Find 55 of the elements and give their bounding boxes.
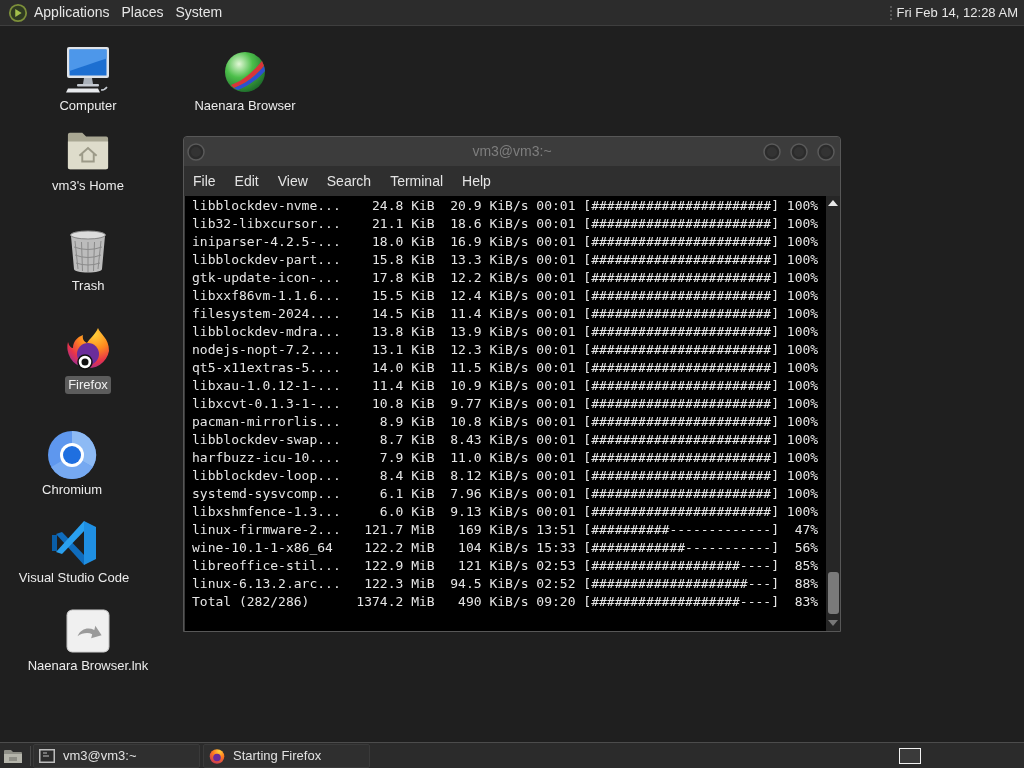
globe-icon[interactable] [223, 50, 267, 94]
grip-icon [888, 3, 893, 22]
terminal-line: libxshmfence-1.3... 6.0 KiB 9.13 KiB/s 00:01 [#######################] 100% [192, 503, 820, 521]
terminal-line: pacman-mirrorlis... 8.9 KiB 10.8 KiB/s 00:01 [#######################] 100% [192, 413, 820, 431]
menu-item[interactable]: Edit [225, 166, 268, 196]
task-button[interactable]: vm3@vm3:~ [33, 743, 200, 768]
clock: Fri Feb 14, 12:28 AM [896, 3, 1019, 22]
terminal-line: libblockdev-swap... 8.7 KiB 8.43 KiB/s 00:01 [#######################] 100% [192, 431, 820, 449]
menu-item[interactable]: Places [115, 0, 170, 25]
desktop-icon-label[interactable]: vm3's Home [49, 177, 127, 195]
desktop-icon-label[interactable]: Visual Studio Code [15, 569, 133, 587]
terminal-line: iniparser-4.2.5-... 18.0 KiB 16.9 KiB/s 00:01 [#######################] 100% [192, 233, 820, 251]
terminal-line: nodejs-nopt-7.2.... 13.1 KiB 12.3 KiB/s 00:01 [#######################] 100% [192, 341, 820, 359]
terminal-line: gtk-update-icon-... 17.8 KiB 12.2 KiB/s 00:01 [#######################] 100% [192, 269, 820, 287]
task-button[interactable]: Starting Firefox [203, 743, 370, 768]
scrollbar-thumb[interactable] [827, 572, 839, 614]
terminal-line: libxxf86vm-1.1.6... 15.5 KiB 12.4 KiB/s 00:01 [#######################] 100% [192, 287, 820, 305]
terminal-line: linux-6.13.2.arc... 122.3 MiB 94.5 KiB/s 02:52 [####################---] 88% [192, 575, 820, 593]
menu-item[interactable]: Help [453, 166, 500, 196]
terminal-line: libblockdev-mdra... 13.8 KiB 13.9 KiB/s 00:01 [#######################] 100% [192, 323, 820, 341]
terminal-line: libxcvt-0.1.3-1-... 10.8 KiB 9.77 KiB/s 00:01 [#######################] 100% [192, 395, 820, 413]
terminal-line: systemd-sysvcomp... 6.1 KiB 7.96 KiB/s 00:01 [#######################] 100% [192, 485, 820, 503]
menu-item[interactable]: System [169, 0, 229, 25]
desktop-icon-label[interactable]: Trash [68, 277, 108, 295]
desktop-icon-label[interactable]: Computer [56, 97, 120, 115]
workspace-switcher[interactable] [899, 747, 921, 764]
ring-circle-icon[interactable] [47, 430, 97, 480]
terminal-line: Total (282/286) 1374.2 MiB 490 KiB/s 09:20 [###################----] 83% [192, 593, 820, 611]
menu-item[interactable]: View [268, 166, 317, 196]
menu-item[interactable]: Applications [28, 0, 116, 25]
terminal-line: libxau-1.0.12-1-... 11.4 KiB 10.9 KiB/s 00:01 [#######################] 100% [192, 377, 820, 395]
terminal-line: linux-firmware-2... 121.7 MiB 169 KiB/s 13:51 [##########-------------] 47% [192, 521, 820, 539]
desktop-icon-label[interactable]: Naenara Browser.lnk [24, 657, 152, 675]
desktop-icon-label[interactable]: Chromium [39, 481, 105, 499]
window-title: vm3@vm3:~ [472, 142, 552, 161]
terminal-line: filesystem-2024.... 14.5 KiB 11.4 KiB/s 00:01 [#######################] 100% [192, 305, 820, 323]
code-logo-icon[interactable] [51, 520, 97, 566]
terminal-line: libblockdev-part... 15.8 KiB 13.3 KiB/s 00:01 [#######################] 100% [192, 251, 820, 269]
menu-item[interactable]: Terminal [381, 166, 453, 196]
terminal-line: qt5-x11extras-5.... 14.0 KiB 11.5 KiB/s 00:01 [#######################] 100% [192, 359, 820, 377]
terminal-line: libblockdev-loop... 8.4 KiB 8.12 KiB/s 00:01 [#######################] 100% [192, 467, 820, 485]
logo-icon[interactable] [8, 2, 28, 23]
busy-cursor-icon [77, 354, 93, 370]
terminal-line: lib32-libxcursor... 21.1 KiB 18.6 KiB/s 00:01 [#######################] 100% [192, 215, 820, 233]
flame-circle-icon [209, 747, 225, 764]
terminal-line: harfbuzz-icu-10.... 7.9 KiB 11.0 KiB/s 00:01 [#######################] 100% [192, 449, 820, 467]
terminal-icon [39, 748, 55, 763]
terminal-line: wine-10.1-1-x86_64 122.2 MiB 104 KiB/s 15:33 [############-----------] 56% [192, 539, 820, 557]
terminal-line: libreoffice-stil... 122.9 MiB 121 KiB/s 02:53 [###################----] 85% [192, 557, 820, 575]
menu-item[interactable]: File [184, 166, 225, 196]
menu-item[interactable]: Search [317, 166, 381, 196]
desktop-icon-label[interactable]: Firefox [65, 376, 111, 394]
terminal-line: libblockdev-nvme... 24.8 KiB 20.9 KiB/s 00:01 [#######################] 100% [192, 197, 820, 215]
folder-icon[interactable] [3, 747, 23, 764]
desktop-icon-label[interactable]: Naenara Browser [191, 97, 299, 115]
